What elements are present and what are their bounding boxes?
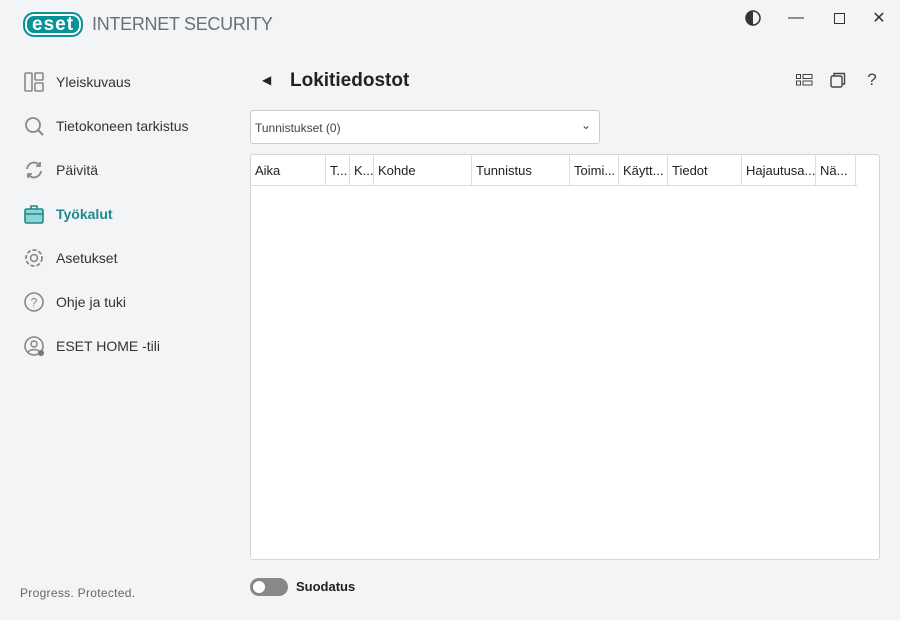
maximize-icon: [833, 12, 845, 24]
sidebar-item-label: Päivitä: [56, 162, 99, 178]
copy-button[interactable]: [828, 70, 848, 90]
sidebar-item-label: ESET HOME -tili: [56, 338, 160, 354]
gear-icon: [25, 249, 43, 267]
theme-toggle-button[interactable]: [742, 8, 764, 28]
sidebar-item-account[interactable]: ESET HOME -tili: [0, 324, 230, 368]
dashboard-icon: [24, 72, 44, 92]
eset-logo: eset INTERNET SECURITY: [23, 12, 273, 37]
log-type-value: Tunnistukset (0): [255, 121, 341, 135]
sidebar-item-update[interactable]: Päivitä: [0, 148, 230, 192]
sidebar-item-tools[interactable]: Työkalut: [0, 192, 230, 236]
page-title: Lokitiedostot: [290, 70, 410, 91]
contrast-icon: [745, 10, 761, 26]
logo-badge: eset: [23, 12, 84, 37]
sidebar-item-label: Työkalut: [56, 206, 113, 222]
sidebar-item-label: Ohje ja tuki: [56, 294, 127, 310]
svg-text:?: ?: [31, 296, 38, 310]
toolbox-icon: [24, 205, 44, 224]
sidebar-item-settings[interactable]: Asetukset: [0, 236, 230, 280]
filter-label: Suodatus: [296, 579, 356, 594]
close-icon: ✕: [872, 10, 886, 27]
column-header[interactable]: Nä...: [816, 155, 856, 186]
column-header[interactable]: Toimi...: [570, 155, 619, 186]
sidebar-item-scan[interactable]: Tietokoneen tarkistus: [0, 104, 230, 148]
column-header[interactable]: Tunnistus: [472, 155, 570, 186]
help-button[interactable]: ?: [862, 70, 882, 90]
sidebar-item-label: Asetukset: [56, 250, 118, 266]
close-button[interactable]: ✕: [868, 8, 890, 28]
tagline: Progress. Protected.: [20, 586, 136, 600]
list-view-icon: [795, 74, 812, 86]
back-arrow-icon: ◀: [262, 73, 272, 87]
column-header[interactable]: Hajautusa...: [742, 155, 816, 186]
column-header[interactable]: Kohde: [374, 155, 472, 186]
product-name: INTERNET SECURITY: [92, 14, 273, 34]
filter-toggle[interactable]: [250, 578, 288, 596]
log-table[interactable]: Aika T... K... Kohde Tunnistus Toimi... …: [250, 154, 880, 560]
sidebar-item-help[interactable]: ? Ohje ja tuki: [0, 280, 230, 324]
help-icon: ?: [24, 292, 44, 312]
minimize-icon: —: [788, 9, 804, 26]
refresh-icon: [26, 161, 42, 179]
columns-button[interactable]: [794, 70, 814, 90]
chevron-down-icon: ⌄: [580, 118, 591, 132]
log-type-select[interactable]: Tunnistukset (0) ⌄: [250, 110, 600, 144]
question-icon: ?: [867, 70, 877, 89]
sidebar: Yleiskuvaus Tietokoneen tarkistus Päivit…: [0, 60, 230, 368]
column-header[interactable]: K...: [350, 155, 374, 186]
search-icon: [25, 117, 44, 136]
column-header[interactable]: T...: [326, 155, 350, 186]
maximize-button[interactable]: [828, 8, 850, 28]
sidebar-item-label: Tietokoneen tarkistus: [56, 118, 189, 134]
table-header: Aika T... K... Kohde Tunnistus Toimi... …: [251, 155, 858, 186]
sidebar-item-label: Yleiskuvaus: [56, 74, 131, 90]
back-button[interactable]: ◀: [262, 73, 271, 87]
column-header[interactable]: Aika: [251, 155, 326, 186]
copy-icon: [830, 72, 846, 88]
sidebar-item-overview[interactable]: Yleiskuvaus: [0, 60, 230, 104]
column-header[interactable]: Tiedot: [668, 155, 742, 186]
column-header[interactable]: Käytt...: [619, 155, 668, 186]
account-icon: [24, 336, 44, 356]
minimize-button[interactable]: —: [785, 8, 807, 28]
